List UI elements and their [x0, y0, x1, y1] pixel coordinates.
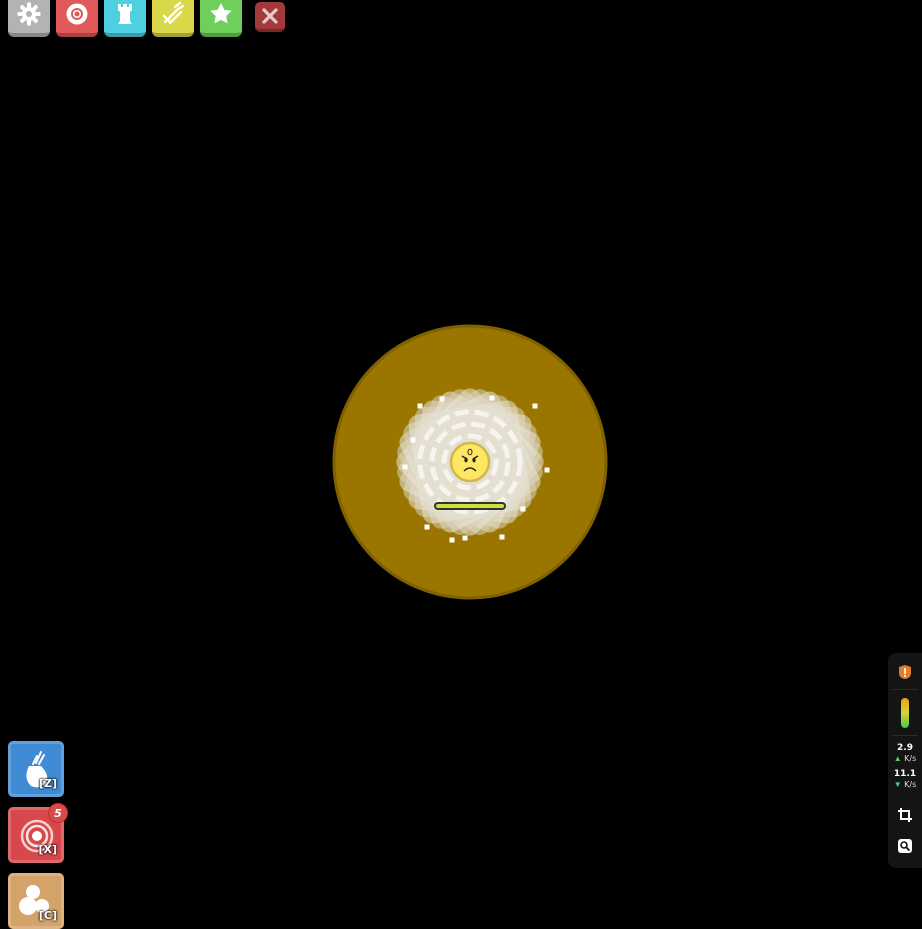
zoom-icon[interactable]	[898, 839, 912, 853]
upload-unit: K/s	[904, 754, 917, 763]
player-flower[interactable]	[449, 441, 491, 483]
download-rate: 11.1 ▼ K/s	[888, 769, 922, 789]
player-health-bar	[434, 502, 506, 510]
upload-arrow-icon: ▲	[893, 754, 902, 763]
network-panel: 2.9 ▲ K/s 11.1 ▼ K/s	[888, 653, 922, 868]
download-value: 11.1	[893, 769, 917, 779]
warning-shield-icon[interactable]	[898, 664, 912, 680]
upload-value: 2.9	[897, 743, 913, 753]
crop-icon[interactable]	[897, 807, 913, 823]
ability-count-badge: 5	[48, 803, 68, 823]
download-arrow-icon: ▼	[893, 780, 902, 789]
game-arena	[332, 324, 608, 600]
ability-key-label: [Z]	[38, 777, 57, 790]
ability-slot-z[interactable]: [Z]	[8, 741, 64, 797]
ability-key-label: [X]	[38, 843, 57, 856]
ability-key-label: [C]	[38, 909, 57, 922]
upload-rate: 2.9 ▲ K/s	[888, 743, 922, 763]
signal-meter-icon	[901, 698, 909, 728]
ability-slot-x[interactable]: [X] 5	[8, 803, 68, 863]
download-unit: K/s	[904, 780, 917, 789]
ability-slot-c[interactable]: [C]	[8, 873, 64, 929]
